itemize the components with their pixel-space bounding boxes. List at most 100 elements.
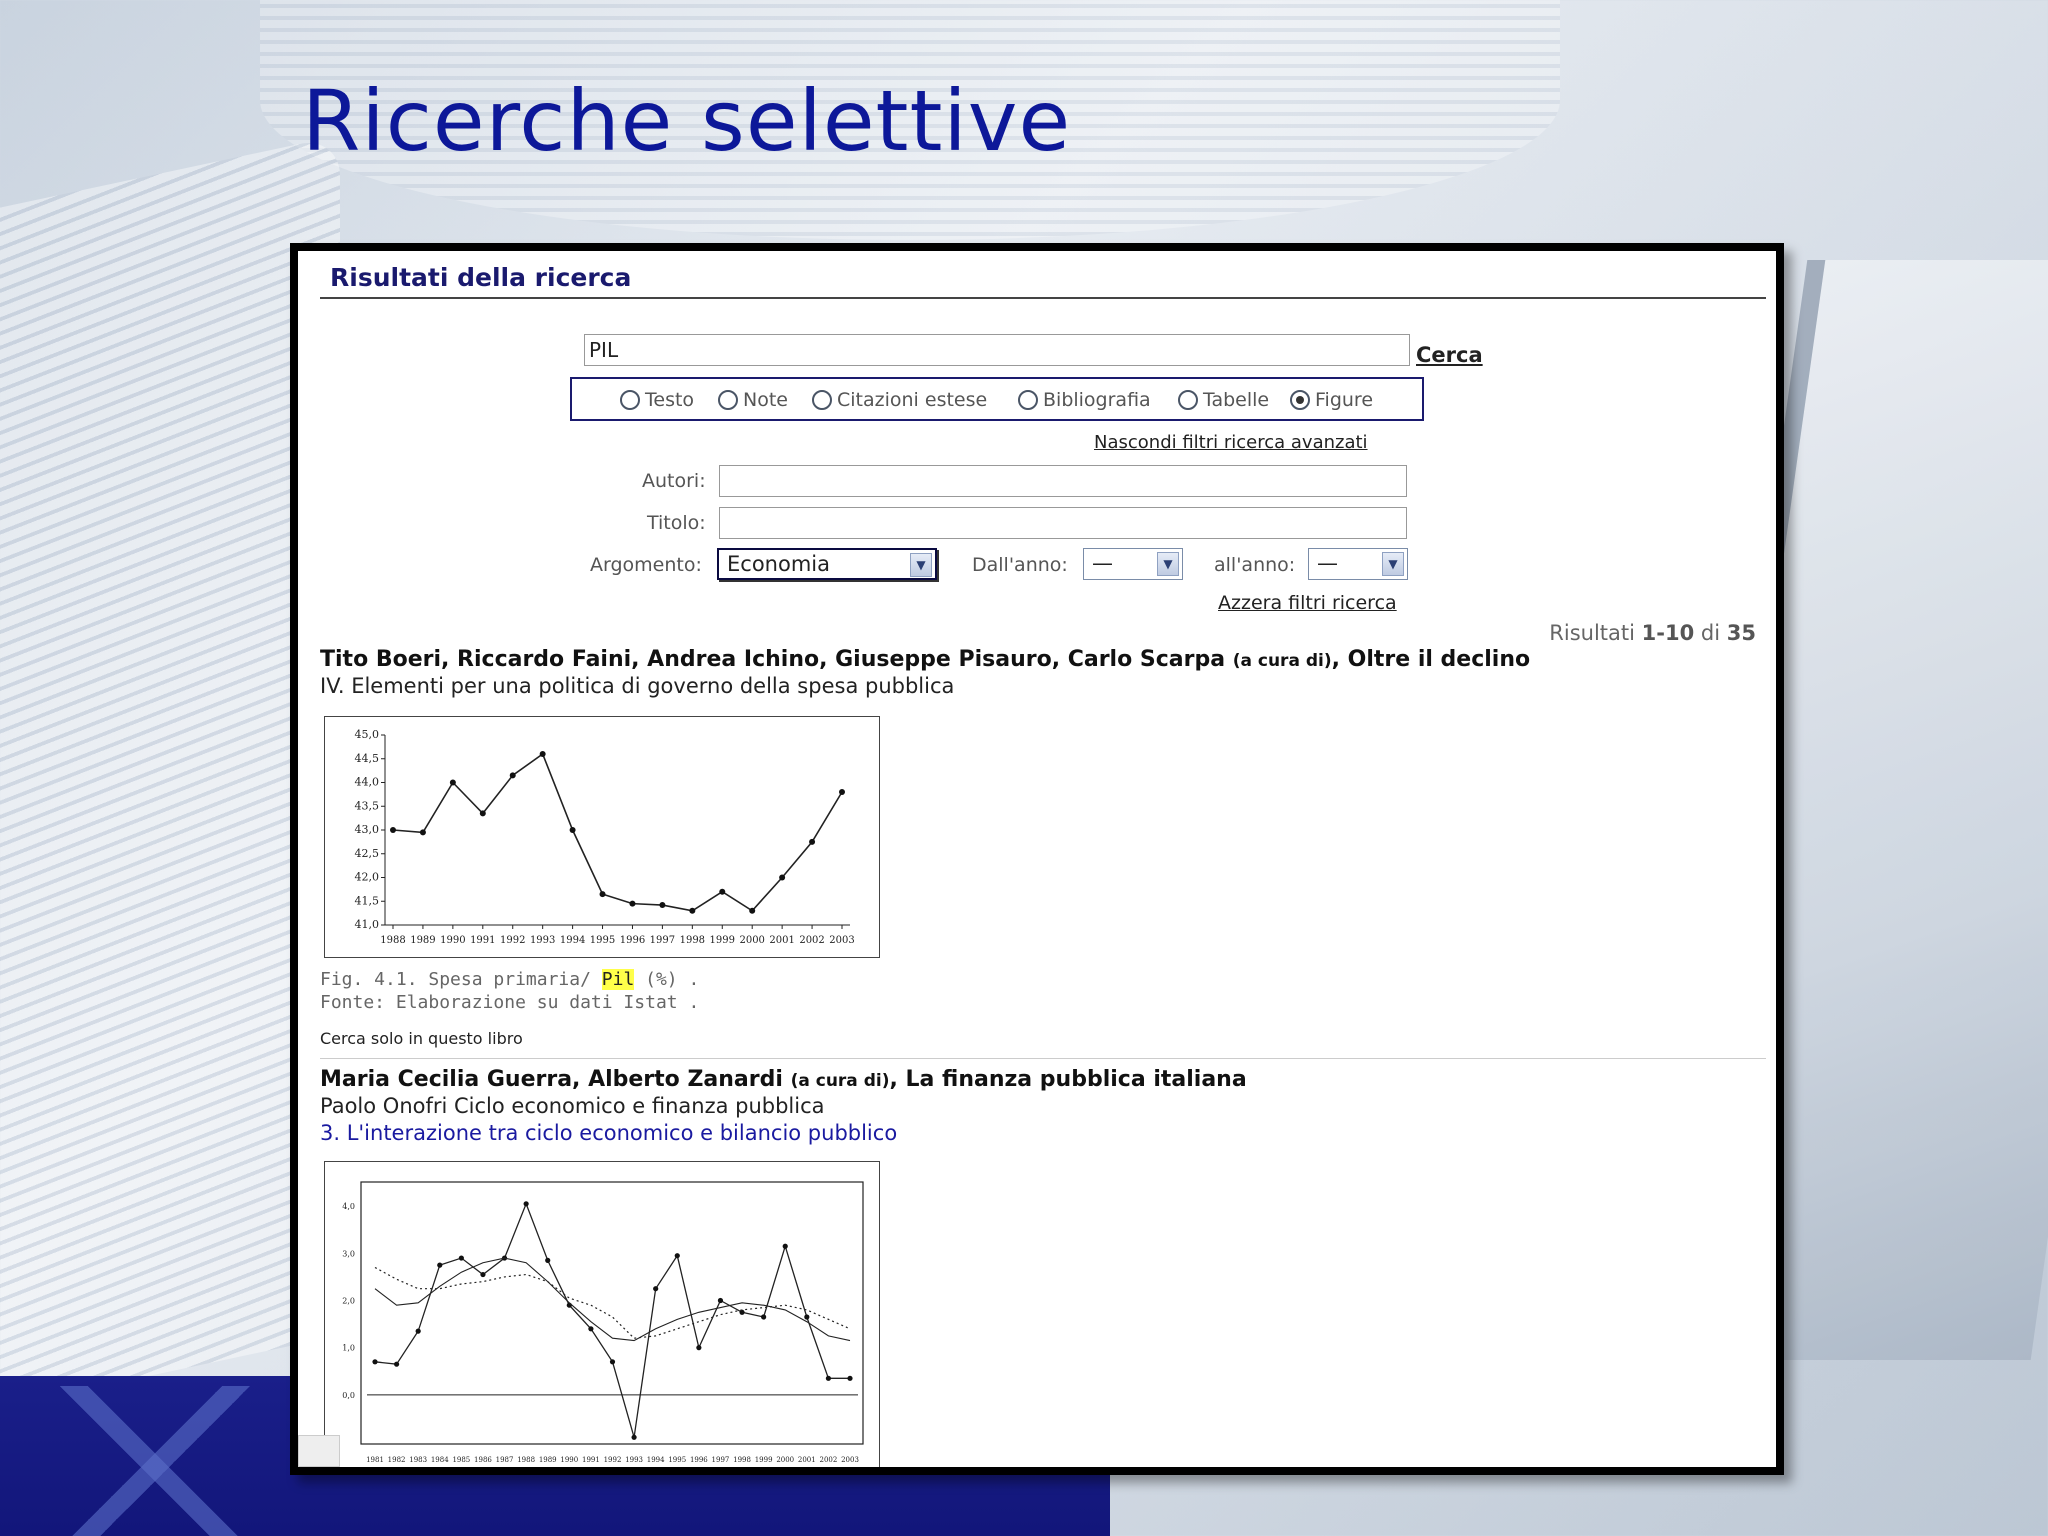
data-point [480, 1271, 486, 1278]
radio-tabelle[interactable]: Tabelle [1178, 389, 1269, 411]
x-tick-label: 2003 [841, 1456, 859, 1464]
radio-label: Bibliografia [1043, 389, 1151, 411]
x-tick-label: 1999 [755, 1456, 773, 1464]
y-tick-label: 43,5 [355, 799, 380, 812]
search-button[interactable]: Cerca [1416, 343, 1483, 367]
search-only-this-book-link[interactable]: Cerca solo in questo libro [320, 1029, 523, 1048]
data-point [847, 1375, 853, 1381]
data-point [437, 1262, 443, 1268]
data-point [419, 829, 426, 836]
slide-title: Ricerche selettive [302, 72, 1072, 170]
y-tick-label: 44,0 [355, 776, 380, 789]
radio-testo[interactable]: Testo [620, 389, 694, 411]
reset-filters-link[interactable]: Azzera filtri ricerca [1218, 592, 1397, 614]
radio-note[interactable]: Note [718, 389, 788, 411]
radio-figure[interactable]: Figure [1290, 389, 1373, 411]
x-tick-label: 2000 [776, 1456, 794, 1464]
x-tick-label: 1999 [710, 935, 735, 946]
radio-label: Tabelle [1203, 389, 1270, 411]
y-tick-label: 44,5 [355, 752, 380, 765]
series-line-markers [374, 1202, 850, 1438]
data-point [749, 907, 756, 914]
x-tick-label: 1983 [409, 1456, 427, 1464]
data-point [719, 888, 726, 895]
radio-circle-icon [1018, 390, 1038, 410]
x-tick-label: 1984 [431, 1456, 449, 1464]
chevron-down-icon: ▼ [1382, 552, 1404, 576]
data-point [717, 1297, 724, 1304]
data-point [479, 810, 486, 817]
x-tick-label: 1987 [496, 1456, 514, 1464]
results-count: Risultati 1-10 di 35 [1549, 621, 1756, 645]
results-count-prefix: Risultati [1549, 621, 1635, 645]
y-tick-label: 42,5 [355, 847, 380, 860]
radio-bibliografia[interactable]: Bibliografia [1018, 389, 1151, 411]
x-tick-label: 1997 [650, 935, 675, 946]
x-tick-label: 1986 [474, 1456, 492, 1464]
x-tick-label: 1992 [604, 1456, 622, 1464]
x-tick-label: 1982 [388, 1456, 406, 1464]
series-line-solid [374, 1257, 851, 1342]
result-2-figure[interactable]: 0,0 1,0 2,0 3,0 4,0 1981 1982 1983 1984 1985 1986 1… [324, 1161, 880, 1467]
result-1-caption: Fig. 4.1. Spesa primaria/ Pil (%) . [320, 969, 699, 990]
radio-citazioni-estese[interactable]: Citazioni estese [812, 389, 987, 411]
x-tick-label: 1994 [647, 1456, 665, 1464]
series-line-dotted [374, 1266, 851, 1339]
x-tick-label: 1990 [560, 1456, 578, 1464]
result-2-editor-note: (a cura di) [790, 1071, 890, 1091]
radio-label: Figure [1315, 389, 1374, 411]
result-1-editor-note: (a cura di) [1232, 651, 1332, 671]
x-tick-label: 2002 [819, 1456, 837, 1464]
data-point [545, 1257, 551, 1263]
data-point [539, 751, 546, 757]
data-point [696, 1345, 702, 1351]
x-tick-label: 1988 [517, 1456, 535, 1464]
x-tick-label: 2002 [799, 935, 824, 946]
data-point [415, 1328, 421, 1334]
y-tick-label: 2,0 [342, 1296, 355, 1305]
dall-anno-select[interactable]: — ▼ [1083, 548, 1183, 580]
radio-label: Citazioni estese [837, 389, 988, 411]
hide-advanced-filters-link[interactable]: Nascondi filtri ricerca avanzati [1094, 432, 1368, 453]
x-tick-label: 1998 [680, 935, 705, 946]
titolo-field[interactable] [719, 507, 1407, 539]
logo-mark [30, 1386, 280, 1536]
data-point [653, 1286, 659, 1292]
autori-label: Autori: [642, 470, 706, 492]
argomento-select[interactable]: Economia ▼ [717, 548, 937, 580]
ciclo-economico-chart: 0,0 1,0 2,0 3,0 4,0 1981 1982 1983 1984 1985 1986 1… [342, 1181, 864, 1464]
data-point [599, 891, 606, 898]
y-tick-label: 3,0 [342, 1249, 355, 1258]
search-input[interactable] [584, 334, 1410, 366]
caption-highlight: Pil [601, 969, 635, 990]
result-1-title[interactable]: Tito Boeri, Riccardo Faini, Andrea Ichin… [320, 647, 1530, 672]
result-1-chapter: IV. Elementi per una politica di governo… [320, 674, 955, 698]
x-tick-label: 1991 [470, 935, 495, 946]
chevron-down-icon: ▼ [1157, 552, 1179, 576]
x-tick-label: 2001 [769, 935, 794, 946]
data-point [569, 827, 576, 833]
x-tick-label: 1989 [539, 1456, 557, 1464]
results-count-range: 1-10 [1641, 621, 1695, 645]
radio-selected-icon [1290, 390, 1310, 410]
all-anno-select[interactable]: — ▼ [1308, 548, 1408, 580]
result-1-figure[interactable]: 41,0 41,5 42,0 42,5 43,0 43,5 44,0 44,5 45,0 1988… [324, 716, 880, 958]
data-point [782, 1243, 788, 1249]
data-point [509, 772, 516, 779]
data-point [609, 1359, 616, 1365]
y-tick-label: 1,0 [342, 1344, 355, 1353]
x-tick-label: 1993 [530, 935, 555, 946]
argomento-value: Economia [727, 552, 830, 576]
result-2-title[interactable]: Maria Cecilia Guerra, Alberto Zanardi (a… [320, 1067, 1247, 1092]
autori-field[interactable] [719, 465, 1407, 497]
x-tick-label: 1981 [366, 1456, 384, 1464]
radio-circle-icon [620, 390, 640, 410]
x-tick-label: 1996 [690, 1456, 708, 1464]
data-point [449, 779, 456, 786]
chevron-down-icon: ▼ [910, 553, 932, 577]
x-tick-label: 1994 [560, 935, 585, 946]
background-book-left [0, 135, 340, 1425]
all-anno-label: all'anno: [1214, 554, 1296, 576]
x-tick-label: 1991 [582, 1456, 600, 1464]
result-2-section-link[interactable]: 3. L'interazione tra ciclo economico e b… [320, 1121, 897, 1145]
